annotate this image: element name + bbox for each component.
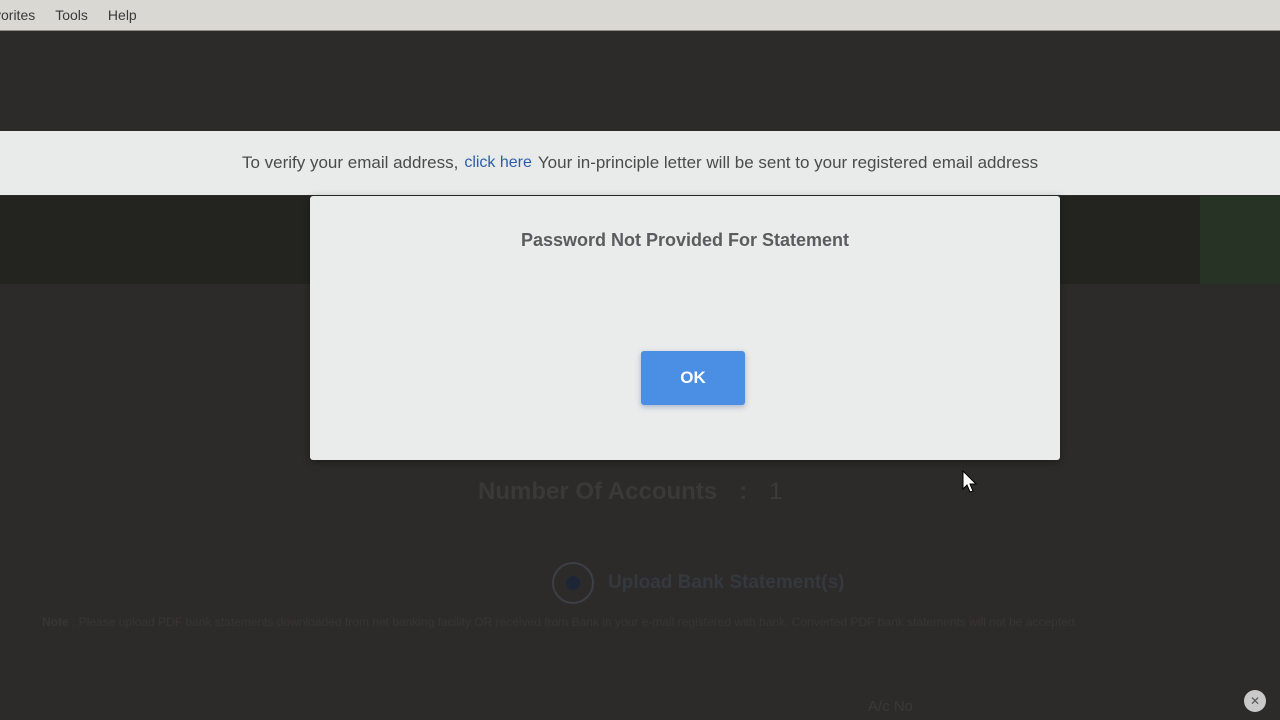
account-number-label: A/c No	[868, 698, 914, 715]
menu-help[interactable]: Help	[108, 0, 137, 30]
close-icon[interactable]: ✕	[1244, 690, 1266, 712]
upload-option[interactable]: Upload Bank Statement(s)	[552, 562, 844, 604]
menu-bar: vorites Tools Help	[0, 0, 1280, 31]
header-corner	[1200, 196, 1280, 284]
banner-suffix: Your in-principle letter will be sent to…	[537, 153, 1039, 172]
menu-favorites[interactable]: vorites	[0, 0, 35, 30]
number-of-accounts-row: Number Of Accounts : 1	[478, 478, 783, 506]
alert-dialog: Password Not Provided For Statement OK	[310, 196, 1060, 460]
mouse-pointer-icon	[962, 469, 978, 499]
menu-tools[interactable]: Tools	[55, 0, 88, 30]
upload-note: Note : Please upload PDF bank statements…	[42, 614, 1272, 630]
upload-radio[interactable]	[552, 562, 594, 604]
click-here-link[interactable]: click here	[464, 154, 532, 172]
ok-button[interactable]: OK	[641, 351, 745, 405]
accounts-select[interactable]: 1	[769, 478, 782, 506]
dialog-message: Password Not Provided For Statement	[520, 230, 850, 250]
email-verify-banner: To verify your email address, click here…	[0, 131, 1280, 195]
note-label: Note	[42, 615, 69, 629]
note-text: : Please upload PDF bank statements down…	[72, 615, 1078, 629]
accounts-separator: :	[739, 478, 748, 505]
banner-prefix: To verify your email address,	[241, 153, 459, 172]
accounts-label: Number Of Accounts	[478, 478, 718, 505]
upload-label: Upload Bank Statement(s)	[608, 572, 845, 593]
